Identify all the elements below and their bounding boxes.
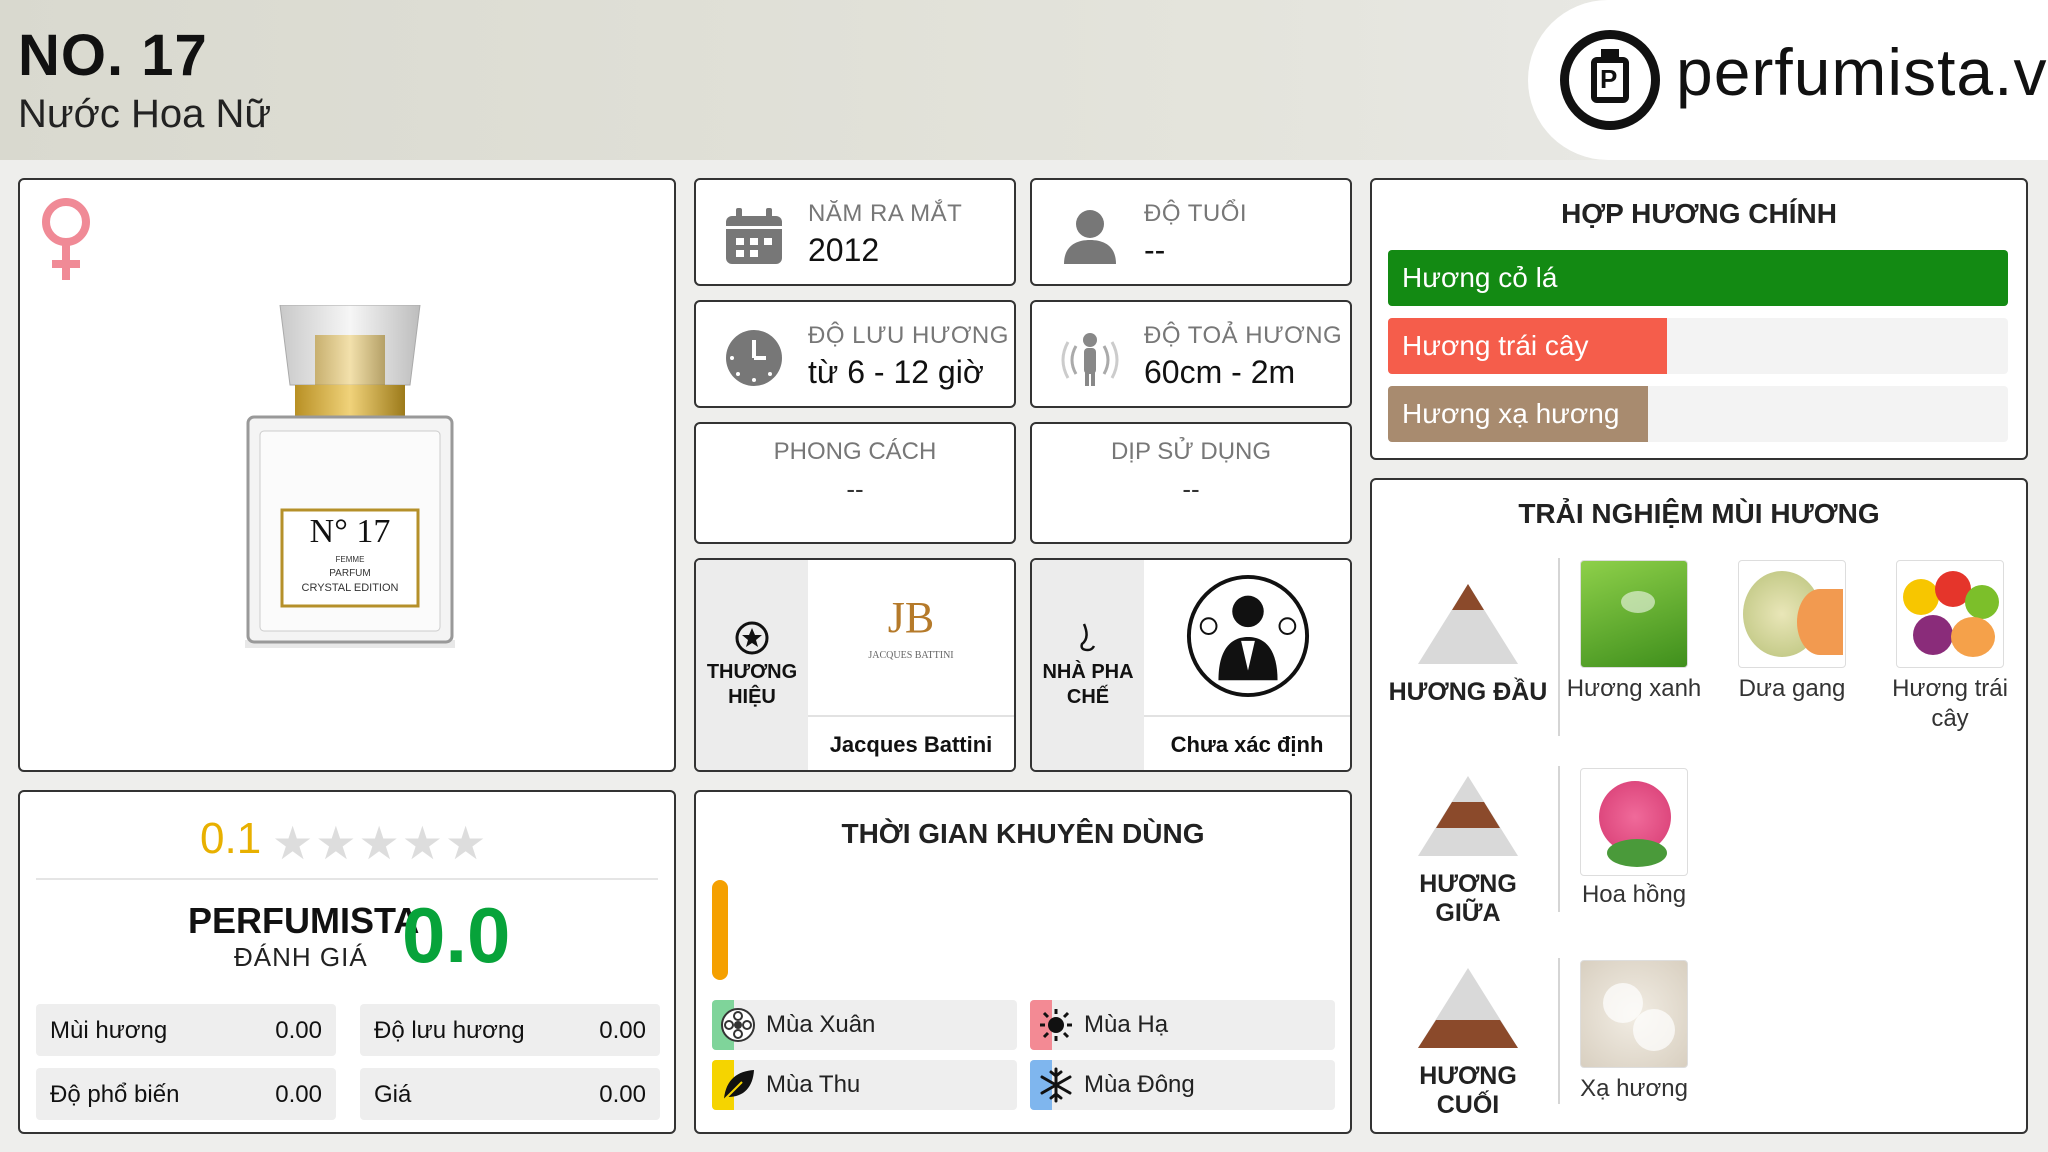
person-icon	[1064, 210, 1116, 264]
accord-bar: Hương cỏ lá	[1388, 250, 2008, 306]
launch-year-value: 2012	[808, 232, 880, 268]
style-value: --	[846, 474, 864, 504]
middle-notes-label: HƯƠNG GIỮA	[1419, 870, 1517, 927]
metric-longevity: Độ lưu hương 0.00	[360, 1004, 660, 1056]
accords-title: HỢP HƯƠNG CHÍNH	[1561, 198, 1837, 229]
brand-card[interactable]: THƯƠNG HIỆU JB JACQUES BATTINI Jacques B…	[694, 558, 1016, 772]
clock-icon	[726, 330, 782, 386]
note-name: Hoa hồng	[1581, 881, 1687, 908]
brand-logo: JB JACQUES BATTINI	[808, 560, 1014, 713]
pyramid-top-icon	[1418, 584, 1518, 664]
star-rating[interactable]: ★★★★★	[272, 816, 488, 870]
bottle-label-title: N° 17	[309, 513, 391, 550]
female-symbol-icon	[42, 198, 90, 280]
age-card: ĐỘ TUỔI --	[1030, 178, 1352, 286]
scent-experience-card: TRẢI NGHIỆM MÙI HƯƠNG HƯƠNG ĐẦU Hương xa…	[1370, 478, 2028, 1134]
user-rating-score: 0.1	[200, 814, 262, 863]
launch-year-card: NĂM RA MẮT 2012	[694, 178, 1016, 286]
pyramid-base-icon	[1418, 968, 1518, 1048]
usage-title: THỜI GIAN KHUYÊN DÙNG	[841, 818, 1205, 849]
note-image-melon[interactable]	[1738, 560, 1846, 668]
sillage-person-icon	[1061, 333, 1119, 386]
snowflake-icon	[1040, 1067, 1072, 1103]
sillage-card: ĐỘ TOẢ HƯƠNG 60cm - 2m	[1030, 300, 1352, 408]
page-title: NO. 17	[18, 23, 208, 88]
flower-icon	[721, 1008, 755, 1042]
experience-title: TRẢI NGHIỆM MÙI HƯƠNG	[1518, 498, 1880, 529]
note-image-musk[interactable]	[1580, 960, 1688, 1068]
main-accords-card: HỢP HƯƠNG CHÍNH Hương cỏ lá Hương trái c…	[1370, 178, 2028, 460]
sun-icon	[1040, 1009, 1072, 1041]
accord-label: Hương cỏ lá	[1402, 262, 1558, 293]
age-label: ĐỘ TUỔI	[1144, 200, 1248, 227]
bottle-label-line4: CRYSTAL EDITION	[301, 582, 399, 594]
site-logo[interactable]: P perfumista.vn	[1528, 0, 2048, 160]
note-name: Hương xanh	[1566, 675, 1702, 702]
accord-bar: Hương trái cây	[1388, 318, 2008, 374]
recommended-time-card: THỜI GIAN KHUYÊN DÙNG Mùa Xuân Mùa Hạ Mù…	[694, 790, 1352, 1134]
occasion-label: DỊP SỬ DỤNG	[1110, 438, 1272, 465]
note-image-fruits[interactable]	[1896, 560, 2004, 668]
age-value: --	[1144, 232, 1166, 268]
rating-card: 0.1 ★★★★★ PERFUMISTA ĐÁNH GIÁ 0.0 Mùi hư…	[18, 790, 676, 1134]
brand-label: THƯƠNG HIỆU	[706, 661, 798, 708]
sillage-value: 60cm - 2m	[1144, 354, 1296, 390]
style-card: PHONG CÁCH --	[694, 422, 1016, 544]
accord-label: Hương trái cây	[1402, 330, 1589, 361]
perfumista-label: PERFUMISTA	[188, 900, 420, 941]
pyramid-middle-icon	[1418, 776, 1518, 856]
perfumista-score: 0.0	[402, 891, 511, 979]
time-indicator-bar	[712, 880, 728, 980]
header: NO. 17 Nước Hoa Nữ P perfumista.vn	[0, 0, 2048, 160]
perfumer-card[interactable]: NHÀ PHA CHẾ Chưa xác định	[1030, 558, 1352, 772]
perfumer-name: Chưa xác định	[1144, 715, 1350, 770]
bottle-label-line3: PARFUM	[329, 568, 371, 579]
site-name: perfumista.vn	[1676, 35, 2048, 109]
star-circle-icon	[735, 621, 769, 655]
style-label: PHONG CÁCH	[773, 438, 937, 465]
page-subtitle: Nước Hoa Nữ	[18, 92, 272, 136]
occasion-card: DỊP SỬ DỤNG --	[1030, 422, 1352, 544]
season-winter: Mùa Đông	[1030, 1060, 1335, 1110]
accord-label: Hương xạ hương	[1402, 398, 1620, 429]
longevity-value: từ 6 - 12 giờ	[808, 354, 984, 390]
nose-icon	[1080, 623, 1096, 652]
perfume-bottle-image: N° 17 FEMME PARFUM CRYSTAL EDITION	[240, 304, 460, 650]
season-autumn: Mùa Thu	[712, 1060, 1017, 1110]
longevity-card: ĐỘ LƯU HƯƠNG từ 6 - 12 giờ	[694, 300, 1016, 408]
note-name: Xạ hương	[1580, 1075, 1688, 1102]
accord-bar: Hương xạ hương	[1388, 386, 2008, 442]
perfumista-logo-icon: P	[1560, 30, 1660, 130]
product-image-card: N° 17 FEMME PARFUM CRYSTAL EDITION	[18, 178, 676, 772]
base-notes-label: HƯƠNG CUỐI	[1419, 1062, 1517, 1119]
season-summer: Mùa Hạ	[1030, 1000, 1335, 1050]
leaf-icon	[723, 1070, 754, 1101]
perfumista-sub: ĐÁNH GIÁ	[234, 942, 368, 972]
perfumer-label: NHÀ PHA CHẾ	[1042, 661, 1134, 708]
metric-scent: Mùi hương 0.00	[36, 1004, 336, 1056]
note-image-green[interactable]	[1580, 560, 1688, 668]
longevity-label: ĐỘ LƯU HƯƠNG	[808, 322, 1009, 349]
perfumer-avatar	[1144, 560, 1350, 713]
note-image-rose[interactable]	[1580, 768, 1688, 876]
launch-year-label: NĂM RA MẮT	[808, 200, 963, 227]
top-notes-label: HƯƠNG ĐẦU	[1388, 678, 1548, 706]
sillage-label: ĐỘ TOẢ HƯƠNG	[1144, 322, 1343, 349]
calendar-icon	[726, 208, 782, 264]
season-spring: Mùa Xuân	[712, 1000, 1017, 1050]
metric-price: Giá 0.00	[360, 1068, 660, 1120]
bottle-label-line2: FEMME	[335, 555, 365, 564]
occasion-value: --	[1182, 474, 1200, 504]
note-name: Hương trái cây	[1892, 675, 2008, 732]
note-name: Dưa gang	[1738, 675, 1846, 702]
brand-name: Jacques Battini	[808, 715, 1014, 770]
metric-popularity: Độ phổ biến 0.00	[36, 1068, 336, 1120]
